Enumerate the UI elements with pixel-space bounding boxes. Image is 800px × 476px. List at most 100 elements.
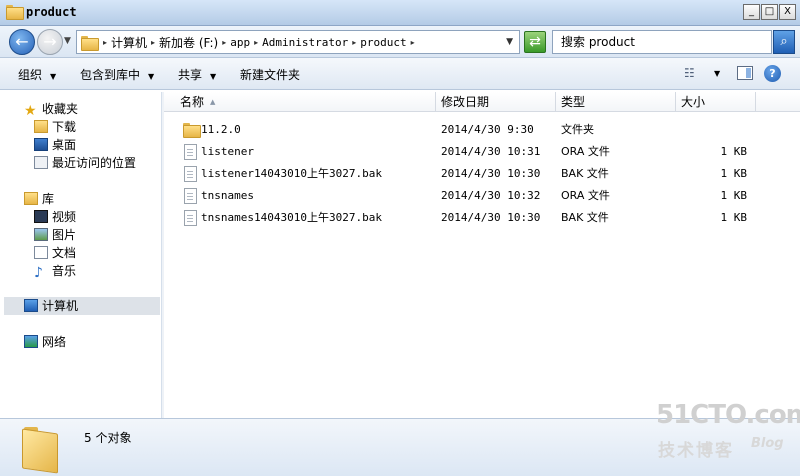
caret-down-icon: ▼ <box>50 72 57 81</box>
title-bar: product _ □ X <box>0 0 800 26</box>
file-name: tnsnames <box>201 189 254 202</box>
search-icon[interactable]: ⌕ <box>773 30 795 54</box>
file-type: BAK 文件 <box>561 211 609 224</box>
caret-down-icon: ▼ <box>210 72 217 81</box>
refresh-button[interactable]: ⇄ <box>524 31 546 53</box>
sidebar-item-favorites[interactable]: ★ 收藏夹 <box>24 100 78 118</box>
breadcrumb-app[interactable]: app <box>230 36 250 49</box>
table-row[interactable]: listener14043010上午3027.bak 2014/4/30 10:… <box>164 163 784 185</box>
address-row: ← → ▼ ▸ 计算机 ▸ 新加卷 (F:) ▸ app ▸ Administr… <box>0 26 800 58</box>
column-header-name[interactable]: 名称 ▲ <box>164 92 436 112</box>
sidebar-item-label: 音乐 <box>52 264 77 278</box>
caret-down-icon: ▼ <box>148 72 155 81</box>
new-folder-button[interactable]: 新建文件夹 <box>240 66 300 83</box>
table-row[interactable]: tnsnames 2014/4/30 10:32 ORA 文件 1 KB <box>164 185 784 207</box>
file-type: ORA 文件 <box>561 189 610 202</box>
caret-down-icon[interactable]: ▼ <box>714 69 720 78</box>
chevron-right-icon[interactable]: ▸ <box>411 38 415 47</box>
folder-icon <box>6 5 24 20</box>
chevron-right-icon[interactable]: ▸ <box>103 38 107 47</box>
picture-icon <box>34 228 48 241</box>
breadcrumb-product[interactable]: product <box>360 36 406 49</box>
forward-button[interactable]: → <box>37 29 63 55</box>
library-icon <box>24 192 38 205</box>
sidebar-item-network[interactable]: 网络 <box>24 333 66 351</box>
back-button[interactable]: ← <box>9 29 35 55</box>
item-count: 5 个对象 <box>84 431 132 445</box>
chevron-right-icon[interactable]: ▸ <box>222 38 226 47</box>
table-row[interactable]: 11.2.0 2014/4/30 9:30 文件夹 <box>164 119 784 141</box>
sidebar-item-desktop[interactable]: 桌面 <box>34 136 76 154</box>
table-row[interactable]: tnsnames14043010上午3027.bak 2014/4/30 10:… <box>164 207 784 229</box>
file-date: 2014/4/30 10:30 <box>441 167 541 180</box>
chevron-right-icon[interactable]: ▸ <box>352 38 356 47</box>
breadcrumb-drive[interactable]: 新加卷 (F:) <box>159 34 218 51</box>
folder-icon <box>183 123 201 138</box>
file-name: tnsnames14043010上午3027.bak <box>201 211 382 224</box>
file-type: BAK 文件 <box>561 167 609 180</box>
table-row[interactable]: listener 2014/4/30 10:31 ORA 文件 1 KB <box>164 141 784 163</box>
file-list: 名称 ▲ 修改日期 类型 大小 11.2.0 2014/4/30 9:30 文件夹… <box>164 92 800 418</box>
file-icon <box>184 144 197 160</box>
file-date: 2014/4/30 10:30 <box>441 211 541 224</box>
column-name-label: 名称 <box>180 95 205 109</box>
address-bar[interactable]: ▸ 计算机 ▸ 新加卷 (F:) ▸ app ▸ Administrator ▸… <box>76 30 520 54</box>
file-name: 11.2.0 <box>201 123 241 136</box>
organize-button[interactable]: 组织 ▼ <box>18 66 56 83</box>
watermark-logo: 51CTO.com <box>656 400 800 430</box>
include-in-library-button[interactable]: 包含到库中 ▼ <box>80 66 154 83</box>
music-icon: ♪ <box>34 265 43 281</box>
address-history-dropdown-icon[interactable]: ▼ <box>506 37 513 47</box>
file-type: 文件夹 <box>561 123 594 136</box>
share-label: 共享 <box>178 68 203 82</box>
breadcrumb: ▸ 计算机 ▸ 新加卷 (F:) ▸ app ▸ Administrator ▸… <box>103 34 415 51</box>
document-icon <box>34 246 48 259</box>
sidebar-item-label: 网络 <box>42 335 67 349</box>
column-header-type[interactable]: 类型 <box>556 92 676 112</box>
close-button[interactable]: X <box>779 4 796 20</box>
sidebar-item-pictures[interactable]: 图片 <box>34 226 76 244</box>
maximize-button[interactable]: □ <box>761 4 778 20</box>
recent-pages-dropdown-icon[interactable]: ▼ <box>64 36 71 46</box>
minimize-button[interactable]: _ <box>743 4 760 20</box>
new-folder-label: 新建文件夹 <box>240 68 301 82</box>
sidebar-item-recent[interactable]: 最近访问的位置 <box>34 154 136 172</box>
file-name: listener <box>201 145 254 158</box>
file-date: 2014/4/30 10:31 <box>441 145 541 158</box>
watermark-subtitle: 技术博客 <box>658 441 734 461</box>
file-size: 1 KB <box>720 167 748 180</box>
sidebar-item-documents[interactable]: 文档 <box>34 244 76 262</box>
search-input[interactable]: 搜索 product <box>552 30 772 54</box>
breadcrumb-administrator[interactable]: Administrator <box>262 36 348 49</box>
file-size: 1 KB <box>720 211 748 224</box>
downloads-icon <box>34 120 48 133</box>
navigation-pane: ★ 收藏夹 下载 桌面 最近访问的位置 库 视频 图片 文档 ♪ 音乐 计算机 网络 <box>4 92 162 418</box>
column-size-label: 大小 <box>681 95 706 109</box>
window-title: product <box>26 5 77 19</box>
file-size: 1 KB <box>720 145 748 158</box>
preview-pane-icon[interactable] <box>737 66 753 80</box>
sidebar-item-label: 库 <box>42 192 55 206</box>
file-icon <box>184 210 197 226</box>
sidebar-item-libraries[interactable]: 库 <box>24 190 54 208</box>
sidebar-item-label: 收藏夹 <box>42 102 79 116</box>
sidebar-item-downloads[interactable]: 下载 <box>34 118 76 136</box>
help-icon[interactable]: ? <box>764 65 781 82</box>
view-options-icon[interactable]: ☷ <box>684 66 695 80</box>
sidebar-item-computer[interactable]: 计算机 <box>4 297 160 315</box>
column-header-size[interactable]: 大小 <box>676 92 756 112</box>
chevron-right-icon[interactable]: ▸ <box>254 38 258 47</box>
share-button[interactable]: 共享 ▼ <box>178 66 216 83</box>
sort-ascending-icon: ▲ <box>210 98 216 106</box>
breadcrumb-computer[interactable]: 计算机 <box>111 34 147 51</box>
sidebar-item-videos[interactable]: 视频 <box>34 208 76 226</box>
sidebar-item-label: 图片 <box>52 228 77 242</box>
column-header-date[interactable]: 修改日期 <box>436 92 556 112</box>
column-header-extra <box>756 92 800 112</box>
sidebar-item-label: 文档 <box>52 246 77 260</box>
chevron-right-icon[interactable]: ▸ <box>151 38 155 47</box>
desktop-icon <box>34 138 48 151</box>
sidebar-item-label: 最近访问的位置 <box>52 156 137 170</box>
sidebar-item-music[interactable]: ♪ 音乐 <box>34 262 76 280</box>
watermark-blog: Blog <box>751 436 784 451</box>
